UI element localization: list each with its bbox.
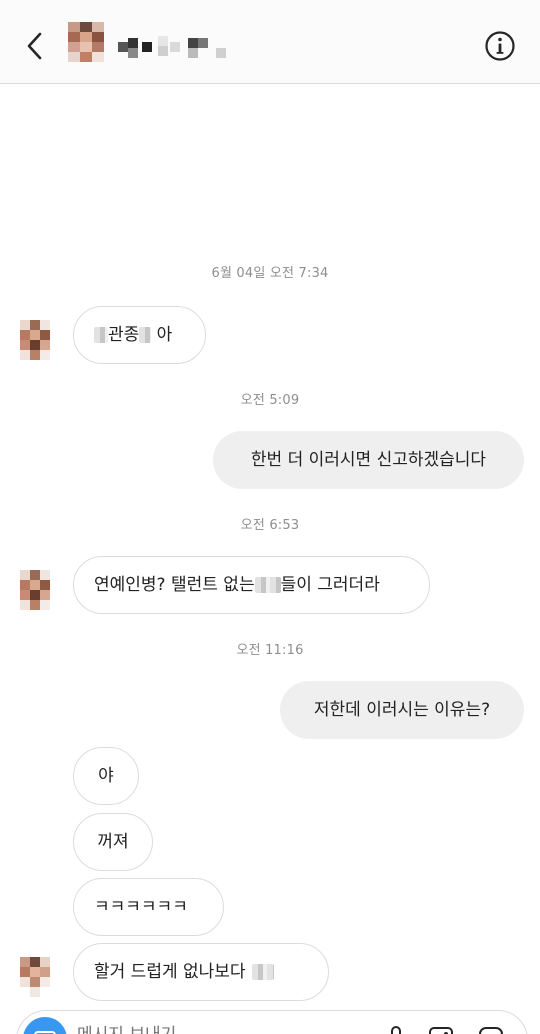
message-bubble-sent[interactable]: 한번 더 이러시면 신고하겠습니다 [213,431,524,489]
redacted-text [94,327,108,343]
back-button[interactable] [20,28,50,64]
timestamp: 오전 6:53 [240,518,300,533]
sender-avatar[interactable] [20,957,50,997]
timestamp: 오전 11:16 [236,643,304,658]
contact-avatar[interactable] [68,22,104,62]
redacted-text [139,327,152,343]
camera-button[interactable] [23,1017,67,1034]
message-text: 할거 드럽게 없나보다 [94,962,246,982]
message-bubble-received[interactable]: 할거 드럽게 없나보다 [73,943,329,1001]
dm-thread-screen: 6월 04일 오전 7:34 관종 아 오전 5:09 한번 더 이러시면 신고… [0,0,540,1034]
message-bubble-sent[interactable]: 저한데 이러시는 이유는? [280,681,524,739]
microphone-icon[interactable] [382,1023,410,1034]
thread-header [0,0,540,84]
message-input[interactable] [77,1025,377,1034]
message-text: ㅋㅋㅋㅋㅋㅋ [94,897,188,917]
message-text: 저한데 이러시는 이유는? [313,700,491,720]
info-circle-icon [485,31,515,61]
message-bubble-received[interactable]: 꺼져 [73,813,153,871]
message-bubble-received[interactable]: 야 [73,747,139,805]
gallery-icon[interactable] [427,1023,455,1034]
message-composer [16,1010,528,1034]
message-bubble-received[interactable]: 연예인병? 탤런트 없는 들이 그러더라 [73,556,430,614]
message-bubble-received[interactable]: ㅋㅋㅋㅋㅋㅋ [73,878,224,936]
info-button[interactable] [484,30,516,62]
sender-avatar[interactable] [20,570,50,610]
message-text: 야 [98,766,114,786]
redacted-text [251,964,274,980]
sender-avatar[interactable] [20,320,50,360]
message-bubble-received[interactable]: 관종 아 [73,306,206,364]
message-text: 한번 더 이러시면 신고하겠습니다 [250,450,487,470]
message-text: 아 [151,325,173,345]
message-text: 연예인병? 탤런트 없는 [94,575,255,595]
redacted-text [254,577,281,593]
timestamp: 오전 5:09 [240,393,300,408]
timestamp: 6월 04일 오전 7:34 [211,266,329,281]
message-text: 꺼져 [97,832,129,852]
contact-name-redacted[interactable] [116,34,236,60]
sticker-icon[interactable] [477,1023,505,1034]
camera-icon [34,1031,56,1034]
chevron-left-icon [27,32,42,60]
message-text: 들이 그러더라 [280,575,380,595]
message-text: 관종 [108,325,140,345]
